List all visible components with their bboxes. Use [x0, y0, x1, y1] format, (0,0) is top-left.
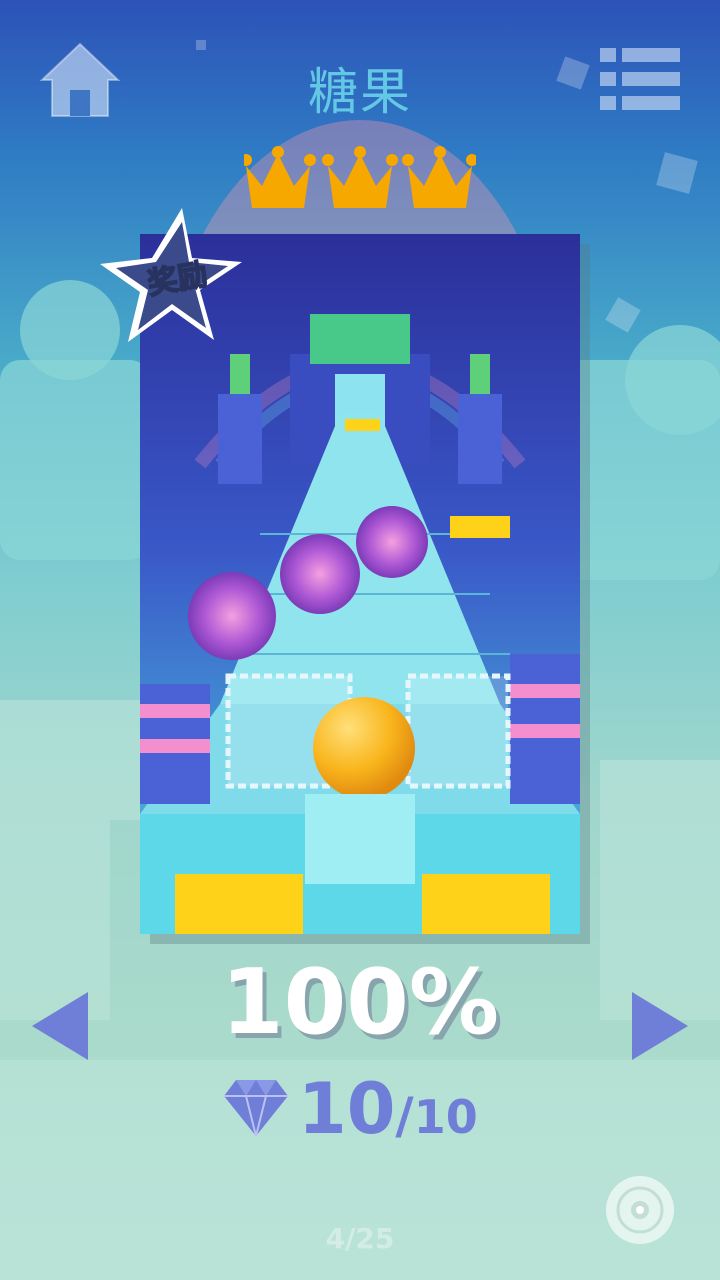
completion-percent: 100%: [220, 950, 500, 1055]
right-triangle-icon: [632, 992, 688, 1060]
disc-icon: [606, 1176, 674, 1244]
gems-total: 10: [413, 1090, 478, 1144]
crown-icon: [402, 146, 478, 208]
next-level-button[interactable]: [630, 990, 690, 1062]
list-menu-icon: [600, 48, 680, 110]
diamond-icon: [224, 1080, 288, 1136]
music-button[interactable]: [604, 1174, 676, 1246]
level-list-button[interactable]: [598, 46, 682, 112]
crown-icon: [240, 146, 316, 208]
crown-icon: [322, 146, 398, 208]
crown-rating: [240, 146, 478, 216]
gems-separator: /: [395, 1087, 414, 1145]
previous-level-button[interactable]: [30, 990, 90, 1062]
gem-counter: 10/10: [220, 1068, 520, 1150]
gems-collected: 10: [298, 1068, 396, 1150]
left-triangle-icon: [32, 992, 88, 1060]
